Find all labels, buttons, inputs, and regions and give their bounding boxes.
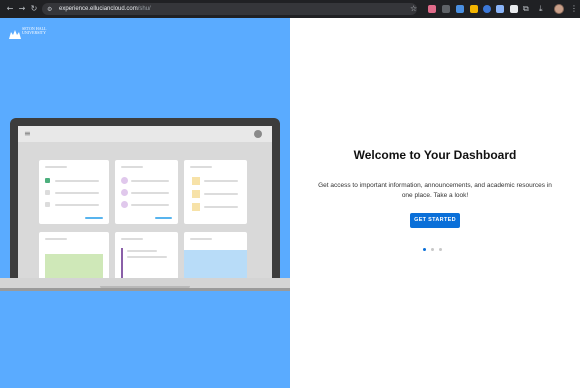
forward-icon[interactable]: → xyxy=(16,0,28,18)
extensions-puzzle-icon[interactable]: ⧉ xyxy=(523,3,529,15)
back-icon[interactable]: ← xyxy=(4,0,16,18)
bookmark-star-icon[interactable]: ☆ xyxy=(410,3,417,15)
preview-card xyxy=(184,160,247,224)
dashboard-preview: ≡ xyxy=(18,126,272,278)
preview-card xyxy=(39,232,109,278)
url-host: experience.elluciancloud.com xyxy=(59,6,138,12)
site-info-icon[interactable]: ⚙ xyxy=(47,6,54,13)
downloads-icon[interactable]: ⤓ xyxy=(539,3,543,15)
preview-card xyxy=(184,232,247,278)
browser-toolbar: ← → ↻ ⚙ experience.elluciancloud.com/shu… xyxy=(0,0,580,18)
preview-topbar: ≡ xyxy=(18,126,272,142)
carousel-dot-1[interactable] xyxy=(423,248,426,251)
extension-icon[interactable] xyxy=(470,5,478,13)
welcome-description: Get access to important information, ann… xyxy=(318,182,552,199)
laptop-illustration: ≡ xyxy=(10,118,280,278)
address-bar[interactable]: ⚙ experience.elluciancloud.com/shu/ xyxy=(42,3,417,15)
extension-icon[interactable] xyxy=(483,5,491,13)
extension-icon[interactable] xyxy=(496,5,504,13)
profile-avatar[interactable] xyxy=(554,4,564,14)
extension-icon[interactable] xyxy=(428,5,436,13)
preview-card xyxy=(115,160,178,224)
preview-avatar xyxy=(254,130,262,138)
preview-card xyxy=(115,232,178,278)
url-path: /shu/ xyxy=(137,6,151,12)
carousel-dot-2[interactable] xyxy=(431,248,434,251)
url-text[interactable]: experience.elluciancloud.com/shu/ xyxy=(59,6,151,12)
hamburger-icon: ≡ xyxy=(24,129,31,138)
illustration-panel: SETON HALL UNIVERSITY ≡ xyxy=(0,18,290,388)
extension-icon[interactable] xyxy=(510,5,518,13)
preview-card xyxy=(39,160,109,224)
welcome-panel: Welcome to Your Dashboard Get access to … xyxy=(290,18,580,388)
page: SETON HALL UNIVERSITY ≡ Welcome to Your … xyxy=(0,18,580,388)
logo-text: SETON HALL UNIVERSITY xyxy=(22,26,47,35)
extension-icon[interactable] xyxy=(442,5,450,13)
welcome-title: Welcome to Your Dashboard xyxy=(353,148,517,162)
menu-kebab-icon[interactable]: ⋮ xyxy=(570,3,578,15)
reload-icon[interactable]: ↻ xyxy=(28,0,40,18)
carousel-dot-3[interactable] xyxy=(439,248,442,251)
get-started-button[interactable]: GET STARTED xyxy=(410,213,460,228)
laptop-bottom xyxy=(0,288,290,291)
carousel-pagination xyxy=(423,248,442,251)
extension-icon[interactable] xyxy=(456,5,464,13)
